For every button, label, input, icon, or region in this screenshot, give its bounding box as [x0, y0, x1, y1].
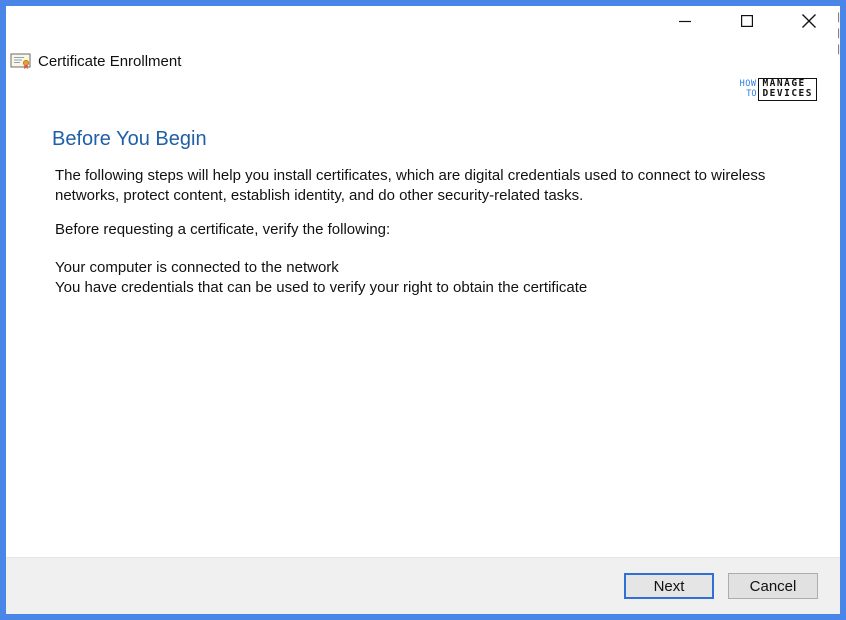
next-button[interactable]: Next [624, 573, 714, 599]
wizard-title-row: Certificate Enrollment [10, 50, 181, 72]
caption-buttons [654, 6, 840, 36]
certificate-icon [10, 53, 31, 69]
intro-text: The following steps will help you instal… [55, 167, 766, 204]
minimize-button[interactable] [654, 6, 716, 36]
close-icon [802, 14, 816, 28]
page-content: The following steps will help you instal… [55, 166, 825, 298]
window-title: Certificate Enrollment [38, 52, 182, 70]
logo-how: HOW [739, 79, 757, 89]
logo-devices: DEVICES [762, 88, 813, 99]
maximize-icon [741, 15, 753, 27]
wizard-footer: Next Cancel [6, 557, 840, 614]
close-button[interactable] [778, 6, 840, 36]
logo-to: TO [746, 89, 757, 99]
requirement-item: Your computer is connected to the networ… [55, 259, 339, 276]
edge-marks: | | | [837, 12, 840, 55]
minimize-icon [679, 20, 691, 23]
cancel-button[interactable]: Cancel [728, 573, 818, 599]
requirement-item: You have credentials that can be used to… [55, 279, 588, 296]
page-heading: Before You Begin [52, 128, 207, 151]
how-to-manage-devices-logo: HOW TO MANAGE DEVICES [740, 77, 817, 101]
maximize-button[interactable] [716, 6, 778, 36]
verify-label: Before requesting a certificate, verify … [55, 221, 391, 238]
certificate-enrollment-window: Certificate Enrollment HOW TO MANAGE DEV… [6, 6, 840, 614]
